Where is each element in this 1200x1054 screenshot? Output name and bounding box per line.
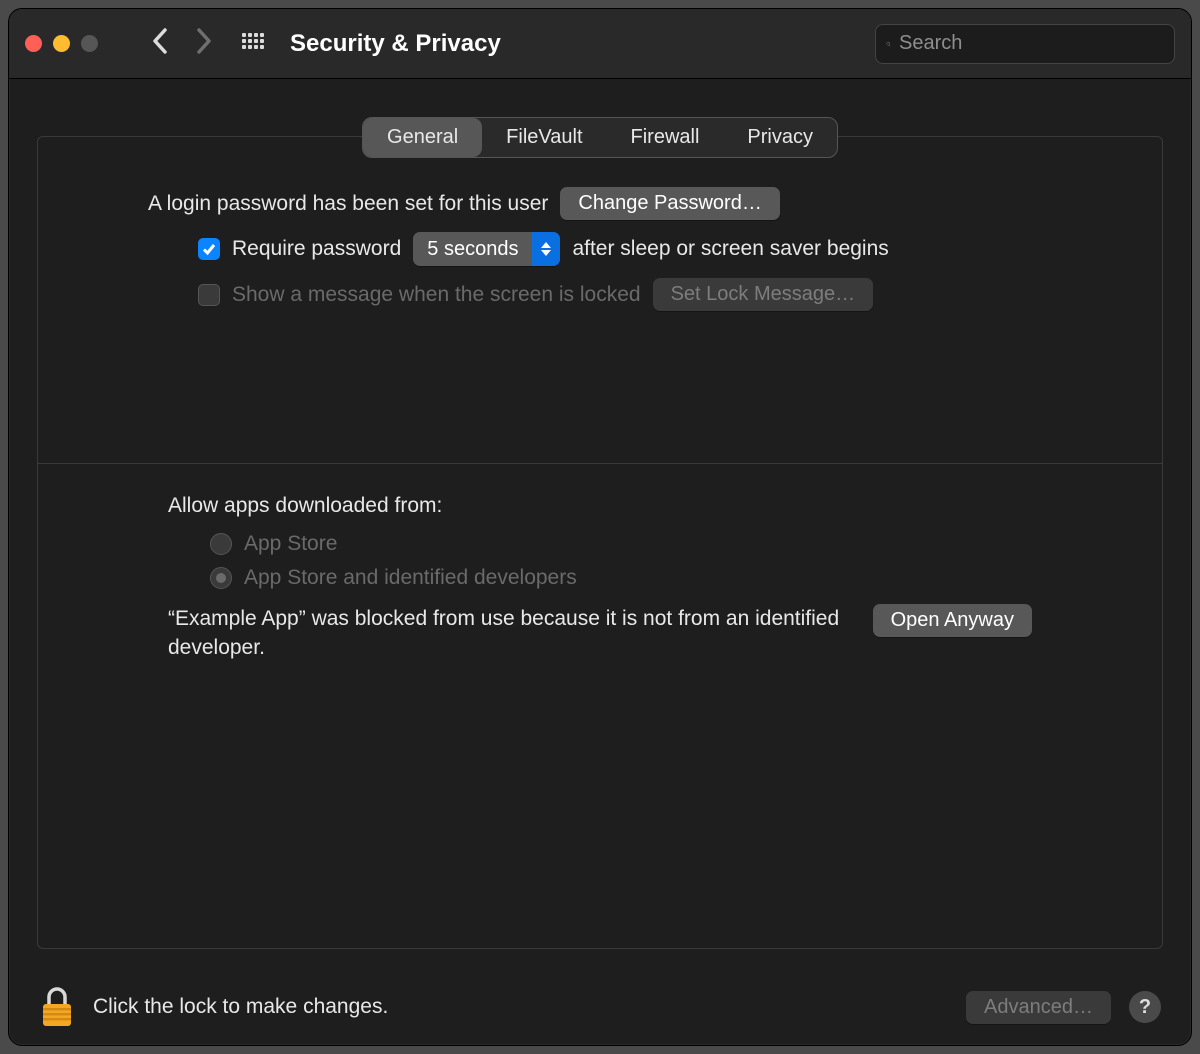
open-anyway-button[interactable]: Open Anyway (873, 604, 1032, 637)
preferences-window: Security & Privacy General FileVault Fir… (8, 8, 1192, 1046)
minimize-window-button[interactable] (53, 35, 70, 52)
window-title: Security & Privacy (290, 30, 501, 58)
set-lock-message-button: Set Lock Message… (653, 278, 874, 311)
require-password-label: Require password (232, 237, 401, 261)
search-input[interactable] (899, 32, 1164, 55)
checkmark-icon (201, 241, 217, 257)
window-controls (25, 35, 98, 52)
radio-app-store-and-identified-label: App Store and identified developers (244, 566, 577, 590)
toolbar: Security & Privacy (9, 9, 1191, 79)
advanced-button: Advanced… (966, 991, 1111, 1024)
search-field[interactable] (875, 24, 1175, 64)
tab-general[interactable]: General (363, 118, 482, 157)
select-stepper-icon (532, 232, 560, 266)
tab-privacy[interactable]: Privacy (723, 118, 837, 157)
close-window-button[interactable] (25, 35, 42, 52)
radio-app-store-label: App Store (244, 532, 337, 556)
nav-arrows (152, 28, 212, 60)
divider (38, 463, 1162, 464)
show-all-icon[interactable] (242, 33, 264, 55)
zoom-window-button (81, 35, 98, 52)
show-lock-message-label: Show a message when the screen is locked (232, 283, 641, 307)
delay-value: 5 seconds (413, 238, 532, 261)
blocked-app-message: “Example App” was blocked from use becau… (168, 604, 853, 663)
change-password-button[interactable]: Change Password… (560, 187, 779, 220)
radio-app-store (210, 533, 232, 555)
general-panel: A login password has been set for this u… (37, 136, 1163, 949)
footer: Click the lock to make changes. Advanced… (9, 969, 1191, 1045)
help-button[interactable]: ? (1129, 991, 1161, 1023)
tab-filevault[interactable]: FileVault (482, 118, 606, 157)
login-section: A login password has been set for this u… (68, 187, 1132, 323)
lock-icon[interactable] (39, 986, 75, 1028)
tab-firewall[interactable]: Firewall (607, 118, 724, 157)
search-icon (886, 33, 891, 55)
lock-hint-text: Click the lock to make changes. (93, 995, 388, 1019)
show-lock-message-checkbox (198, 284, 220, 306)
require-password-delay-select[interactable]: 5 seconds (413, 232, 560, 266)
body: General FileVault Firewall Privacy A log… (9, 79, 1191, 969)
forward-button (196, 28, 212, 60)
require-password-checkbox[interactable] (198, 238, 220, 260)
allow-downloads-heading: Allow apps downloaded from: (168, 494, 1032, 518)
back-button[interactable] (152, 28, 168, 60)
tab-bar: General FileVault Firewall Privacy (362, 117, 838, 158)
login-password-status: A login password has been set for this u… (148, 192, 548, 216)
downloads-section: Allow apps downloaded from: App Store Ap… (68, 494, 1132, 663)
radio-app-store-and-identified (210, 567, 232, 589)
after-sleep-label: after sleep or screen saver begins (572, 237, 888, 261)
